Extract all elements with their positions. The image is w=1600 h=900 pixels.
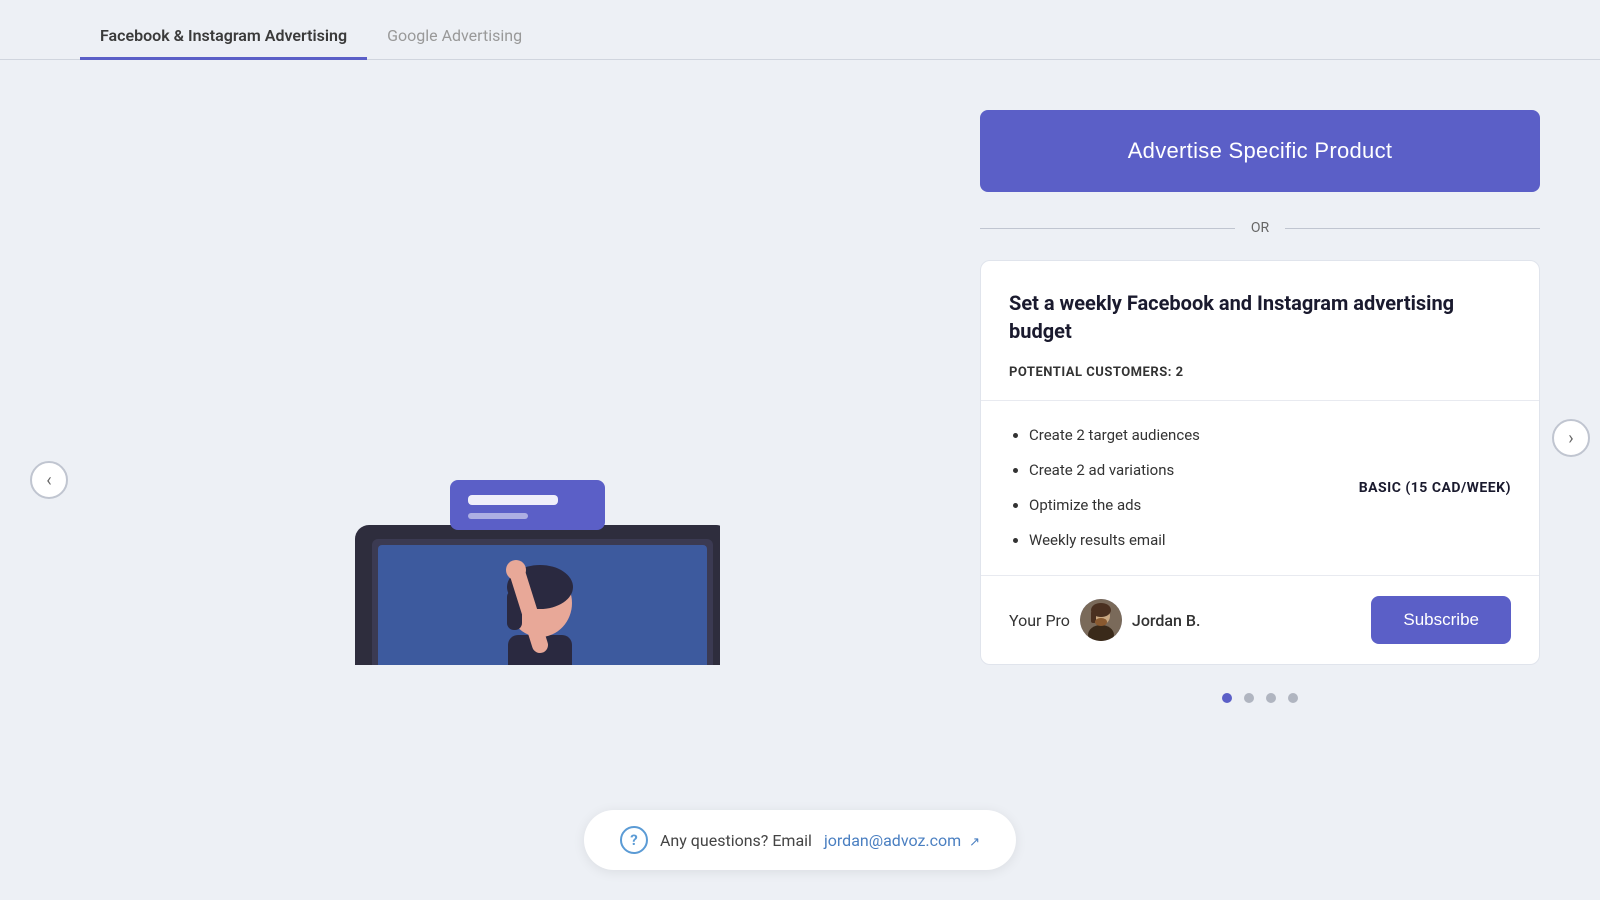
tab-facebook-instagram[interactable]: Facebook & Instagram Advertising	[80, 14, 367, 60]
carousel-dots	[1222, 693, 1298, 703]
prev-arrow[interactable]: ‹	[30, 461, 68, 499]
list-item: Create 2 target audiences	[1029, 425, 1339, 446]
list-item: Optimize the ads	[1029, 495, 1339, 516]
carousel-dot-4[interactable]	[1288, 693, 1298, 703]
avatar	[1080, 599, 1122, 641]
illustration-laptop	[200, 295, 720, 665]
subscribe-button[interactable]: Subscribe	[1371, 596, 1511, 644]
help-icon: ?	[620, 826, 648, 854]
tabs-bar: Facebook & Instagram Advertising Google …	[0, 0, 1600, 60]
right-panel: Advertise Specific Product OR Set a week…	[920, 60, 1600, 900]
illustration-area: ‹	[0, 60, 920, 900]
carousel-dot-1[interactable]	[1222, 693, 1232, 703]
plan-label: BASIC (15 CAD/WEEK)	[1339, 480, 1511, 496]
features-list: Create 2 target audiences Create 2 ad va…	[1009, 425, 1339, 551]
card-footer: Your Pro	[981, 576, 1539, 664]
tab-google[interactable]: Google Advertising	[367, 14, 542, 60]
list-item: Create 2 ad variations	[1029, 460, 1339, 481]
external-link-icon: ↗	[969, 835, 980, 850]
pro-label: Your Pro	[1009, 611, 1070, 630]
list-item: Weekly results email	[1029, 530, 1339, 551]
card-header: Set a weekly Facebook and Instagram adve…	[981, 261, 1539, 401]
potential-customers: POTENTIAL CUSTOMERS: 2	[1009, 365, 1511, 380]
or-divider: OR	[980, 220, 1540, 236]
or-line-right	[1285, 228, 1540, 229]
help-bar: ? Any questions? Email jordan@advoz.com …	[584, 810, 1016, 870]
or-text: OR	[1235, 220, 1285, 236]
or-line-left	[980, 228, 1235, 229]
carousel-dot-3[interactable]	[1266, 693, 1276, 703]
email-link[interactable]: jordan@advoz.com ↗	[824, 831, 980, 850]
help-text: Any questions? Email	[660, 831, 812, 850]
pro-info: Your Pro	[1009, 599, 1200, 641]
carousel-dot-2[interactable]	[1244, 693, 1254, 703]
next-arrow[interactable]: ›	[1552, 419, 1590, 457]
pro-name: Jordan B.	[1132, 611, 1201, 630]
subscription-card: Set a weekly Facebook and Instagram adve…	[980, 260, 1540, 665]
main-content: ‹	[0, 60, 1600, 900]
card-title: Set a weekly Facebook and Instagram adve…	[1009, 289, 1511, 345]
advertise-specific-product-button[interactable]: Advertise Specific Product	[980, 110, 1540, 192]
card-features: Create 2 target audiences Create 2 ad va…	[981, 401, 1539, 576]
